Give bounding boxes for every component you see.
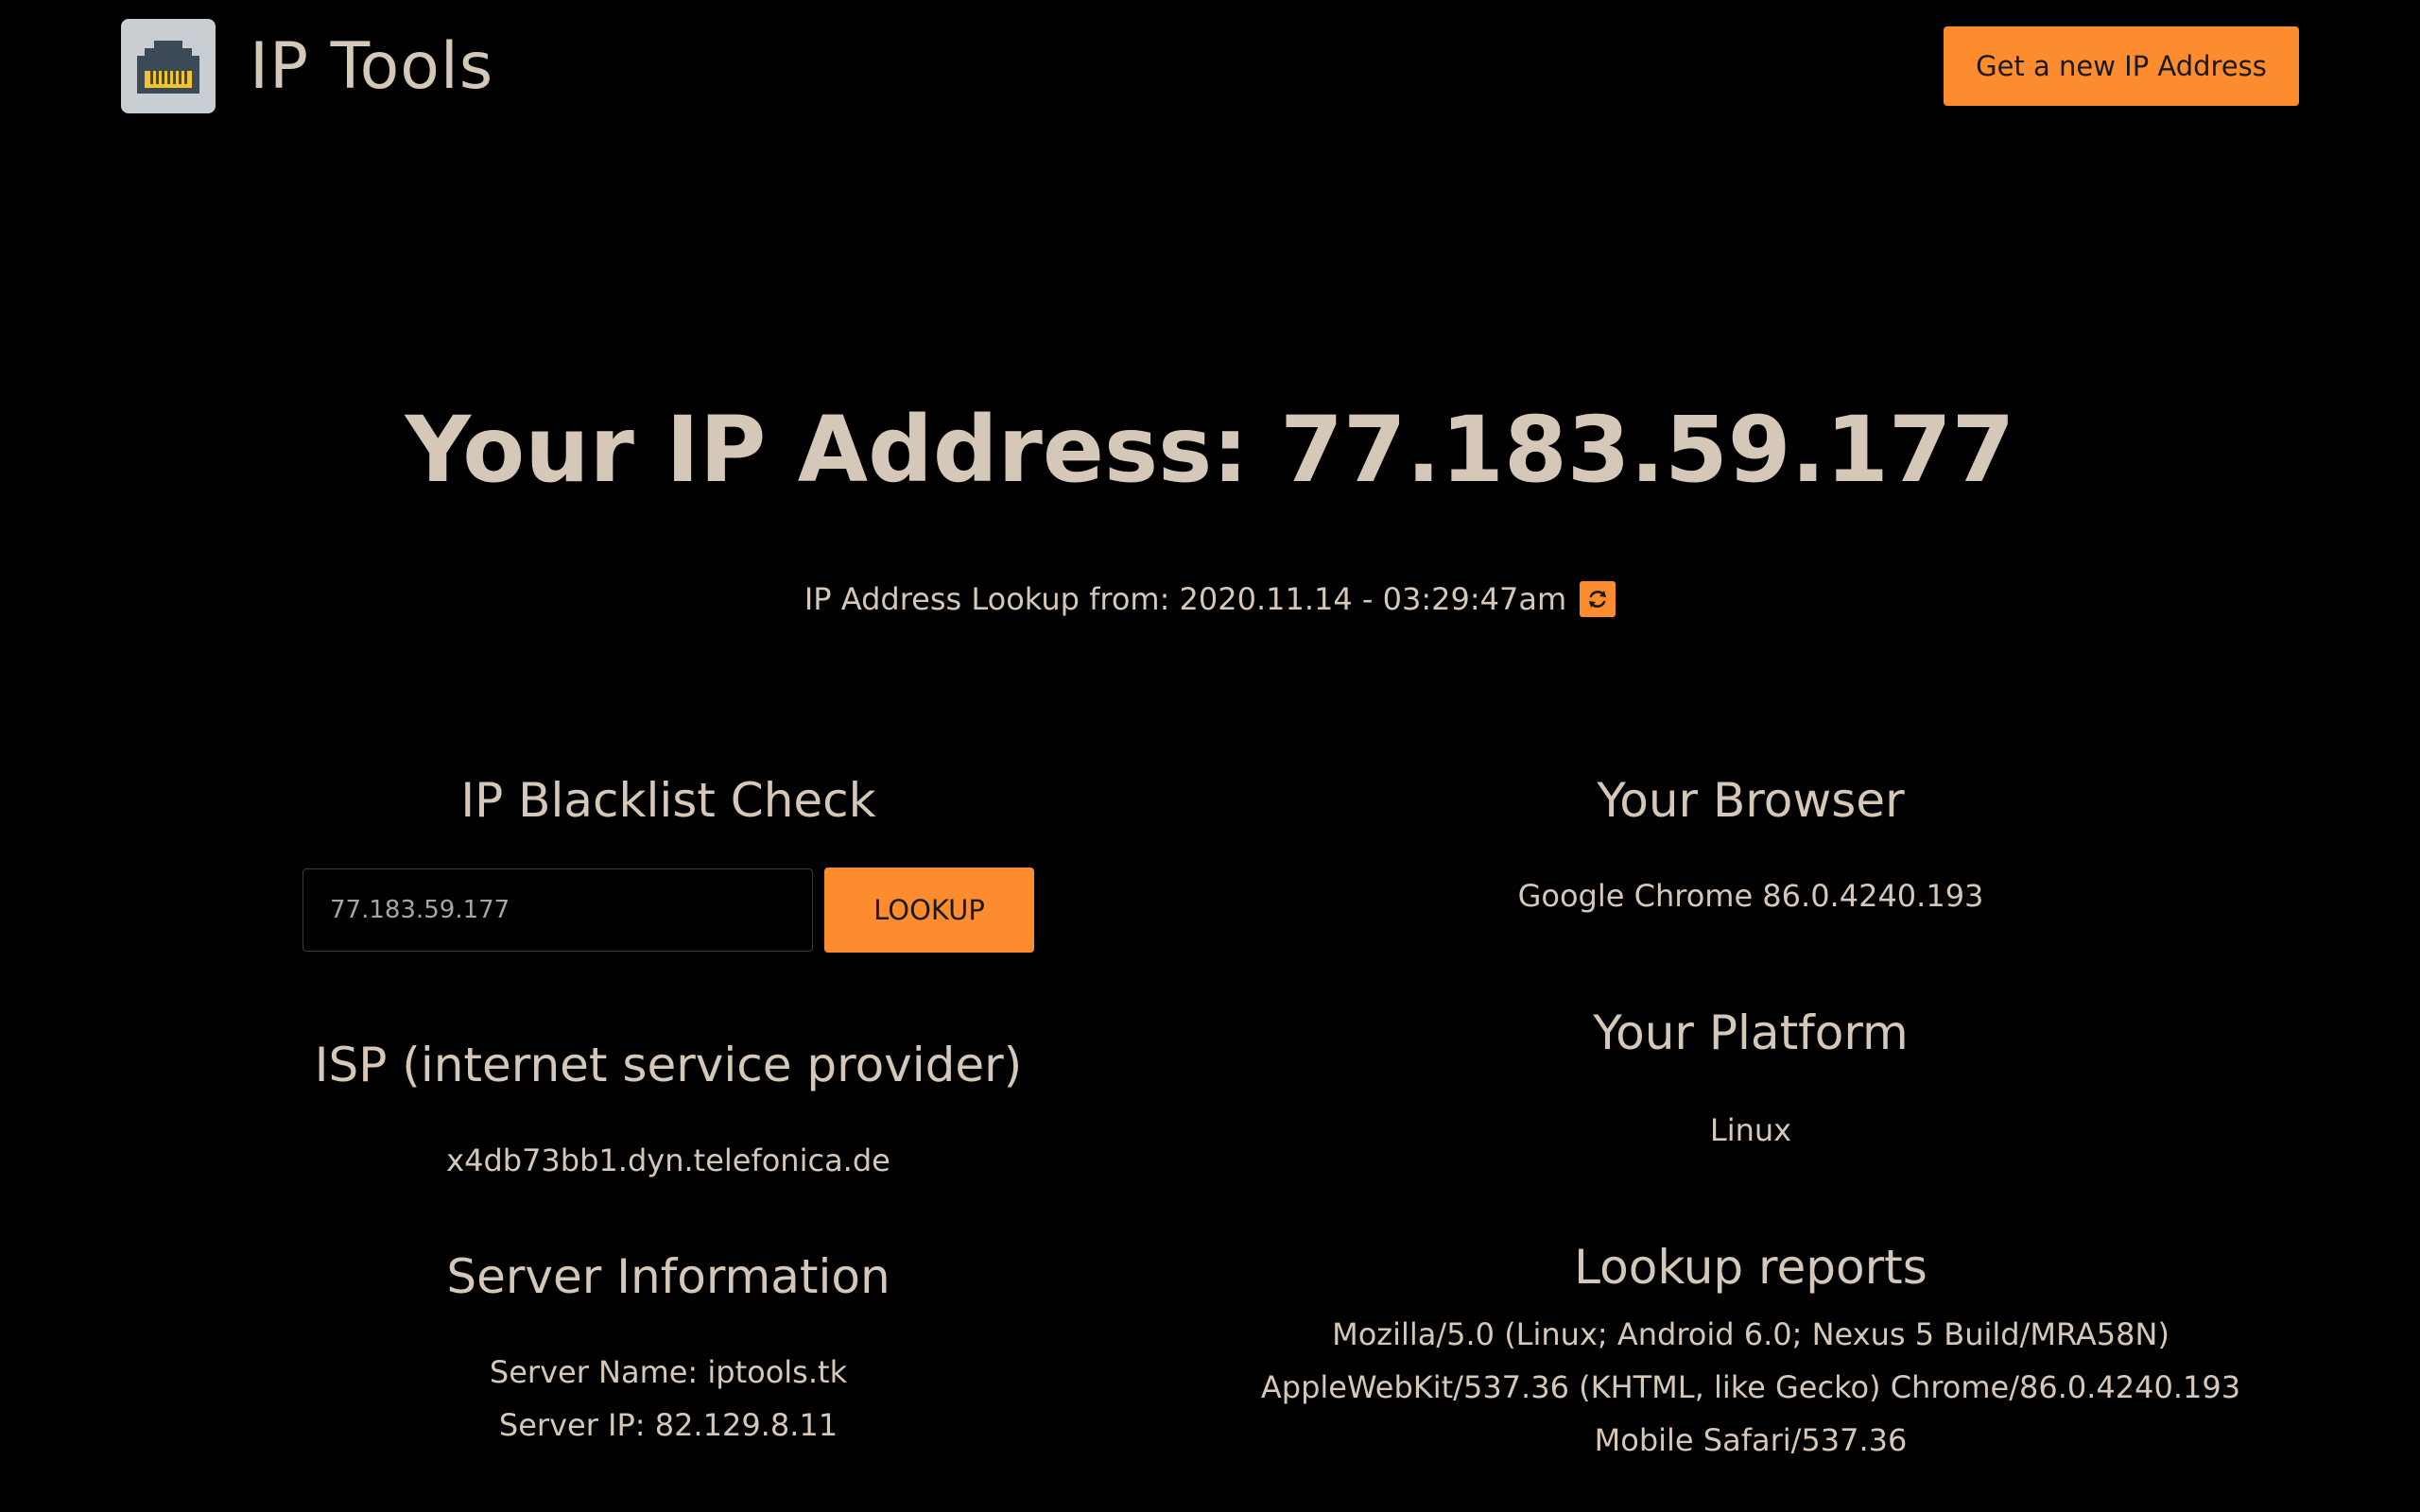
refresh-icon xyxy=(1589,591,1607,608)
brand[interactable]: IP Tools xyxy=(121,19,493,113)
lookup-timestamp-text: IP Address Lookup from: 2020.11.14 - 03:… xyxy=(804,581,1567,617)
blacklist-form: LOOKUP xyxy=(302,868,1034,953)
platform-title: Your Platform xyxy=(1593,1005,1909,1060)
ip-address-title: Your IP Address: 77.183.59.177 xyxy=(405,397,2015,503)
isp-title: ISP (internet service provider) xyxy=(314,1038,1023,1092)
ethernet-port-icon xyxy=(121,19,216,113)
get-new-ip-button[interactable]: Get a new IP Address xyxy=(1944,26,2299,106)
isp-value: x4db73bb1.dyn.telefonica.de xyxy=(446,1143,890,1178)
blacklist-title: IP Blacklist Check xyxy=(460,773,876,828)
lookup-reports-title: Lookup reports xyxy=(1574,1240,1927,1295)
ip-lookup-input[interactable] xyxy=(302,868,813,952)
refresh-button[interactable] xyxy=(1580,581,1616,617)
lookup-report-line: Mozilla/5.0 (Linux; Android 6.0; Nexus 5… xyxy=(1332,1316,2169,1352)
browser-value: Google Chrome 86.0.4240.193 xyxy=(1517,878,1984,914)
server-name: Server Name: iptools.tk xyxy=(489,1354,848,1390)
server-info-title: Server Information xyxy=(446,1249,890,1304)
page: IP Tools Get a new IP Address Your IP Ad… xyxy=(0,0,2420,1512)
platform-value: Linux xyxy=(1709,1112,1792,1148)
lookup-report-line: Mobile Safari/537.36 xyxy=(1594,1422,1908,1458)
lookup-button[interactable]: LOOKUP xyxy=(824,868,1034,953)
lookup-timestamp-row: IP Address Lookup from: 2020.11.14 - 03:… xyxy=(0,581,2420,617)
browser-title: Your Browser xyxy=(1597,773,1905,828)
server-ip: Server IP: 82.129.8.11 xyxy=(498,1407,838,1443)
brand-title: IP Tools xyxy=(250,28,494,104)
lookup-report-line: AppleWebKit/537.36 (KHTML, like Gecko) C… xyxy=(1260,1369,2241,1405)
